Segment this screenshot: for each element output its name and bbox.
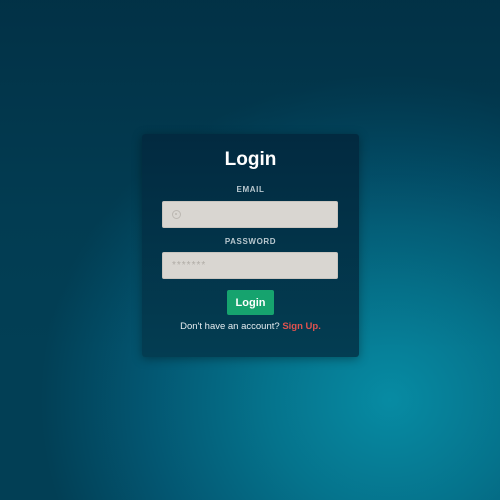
email-field[interactable] [162, 201, 338, 228]
login-title: Login [224, 149, 277, 170]
password-input[interactable] [172, 253, 332, 278]
signup-prompt-text: Don't have an account? [180, 321, 280, 332]
email-label: EMAIL [236, 185, 265, 194]
signup-prompt: Don't have an account? Sign Up. [142, 321, 359, 333]
password-field[interactable] [162, 252, 338, 279]
password-label: PASSWORD [224, 237, 277, 246]
login-card: Login EMAIL PASSWORD Login Don't have an… [142, 134, 359, 357]
at-icon [172, 210, 181, 219]
email-input[interactable] [185, 202, 333, 227]
signup-link[interactable]: Sign Up. [282, 321, 321, 332]
login-button[interactable]: Login [227, 290, 274, 315]
